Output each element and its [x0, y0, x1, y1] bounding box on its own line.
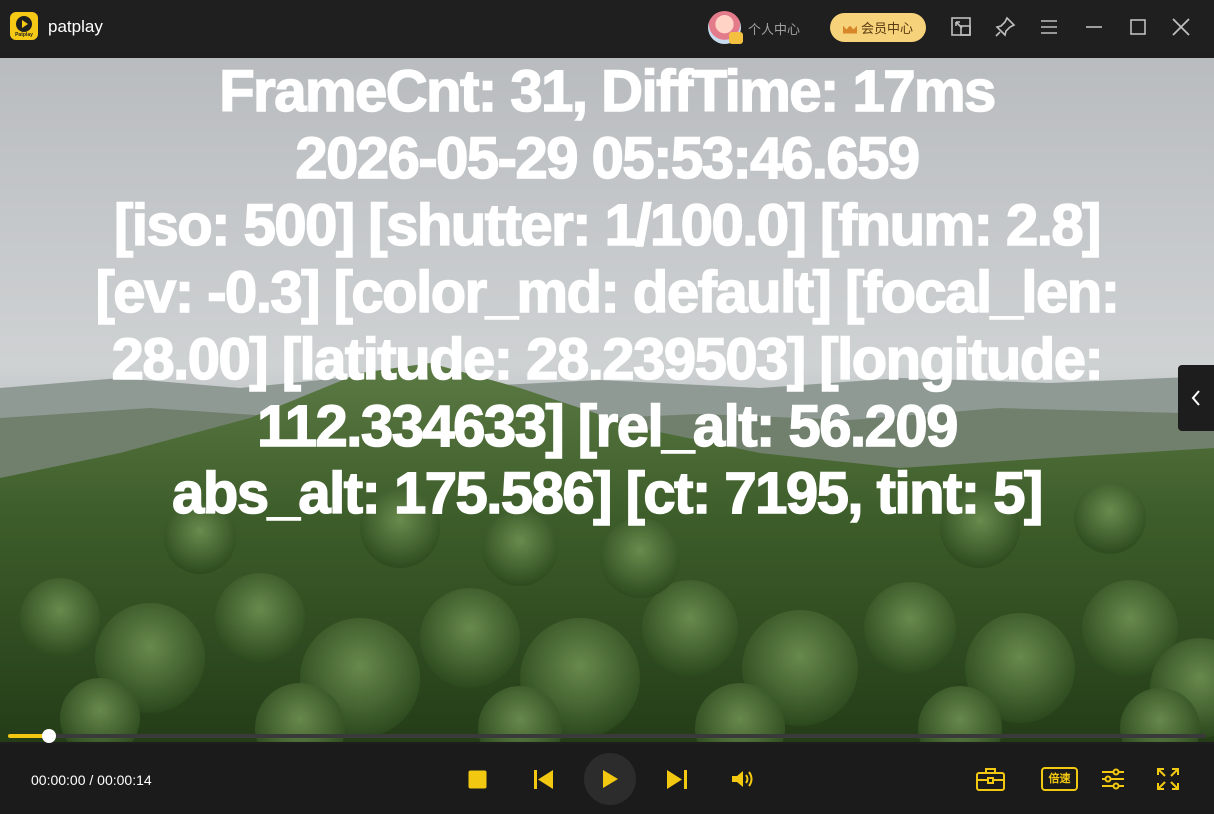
title-bar: Patplay patplay 个人中心 会员中心: [0, 0, 1214, 54]
overlay-line: FrameCnt: 31, DiffTime: 17ms: [218, 58, 997, 125]
overlay-line: 112.334633] [rel_alt: 56.209: [256, 393, 959, 460]
personal-center-link[interactable]: 个人中心: [748, 19, 800, 38]
logo-text: Patplay: [15, 32, 33, 38]
time-display: 00:00:00 / 00:00:14: [31, 772, 152, 788]
vip-center-button[interactable]: 会员中心: [830, 13, 926, 42]
menu-icon[interactable]: [1037, 15, 1061, 39]
seek-bar[interactable]: [0, 729, 1214, 743]
overlay-line: abs_alt: 175.586] [ct: 7195, tint: 5]: [171, 460, 1044, 527]
chevron-left-icon: [1191, 390, 1200, 406]
pin-icon[interactable]: [993, 15, 1017, 39]
close-icon[interactable]: [1169, 15, 1193, 39]
fullscreen-icon[interactable]: [1157, 768, 1179, 790]
overlay-line: 28.00] [latitude: 28.239503] [longitude:: [111, 326, 1105, 393]
previous-icon[interactable]: [534, 770, 554, 789]
maximize-icon[interactable]: [1126, 15, 1150, 39]
volume-icon[interactable]: [731, 769, 754, 789]
control-bar: 00:00:00 / 00:00:14 倍速: [0, 744, 1214, 814]
user-avatar[interactable]: [708, 11, 743, 44]
side-panel-toggle[interactable]: [1178, 365, 1214, 431]
equalizer-icon[interactable]: [1101, 768, 1125, 790]
overlay-line: 2026-05-29 05:53:46.659: [295, 125, 921, 192]
vip-center-label: 会员中心: [860, 21, 913, 36]
crown-icon: [843, 22, 857, 34]
seek-track: [8, 734, 1206, 738]
app-name: patplay: [48, 17, 103, 36]
seek-handle[interactable]: [42, 729, 56, 743]
next-icon[interactable]: [667, 770, 687, 789]
video-frame[interactable]: FrameCnt: 31, DiffTime: 17ms 2026-05-29 …: [0, 58, 1214, 742]
minimize-icon[interactable]: [1082, 15, 1106, 39]
mini-player-icon[interactable]: [950, 15, 974, 39]
toolbox-icon[interactable]: [976, 767, 1005, 791]
overlay-line: [ev: -0.3] [color_md: default] [focal_le…: [95, 259, 1121, 326]
overlay-line: [iso: 500] [shutter: 1/100.0] [fnum: 2.8…: [113, 192, 1102, 259]
frame-metadata-overlay: FrameCnt: 31, DiffTime: 17ms 2026-05-29 …: [0, 58, 1214, 527]
play-icon: [603, 770, 618, 788]
player-window: Patplay patplay 个人中心 会员中心 FrameCnt: 31, …: [0, 0, 1214, 814]
app-logo: Patplay: [10, 12, 38, 40]
playback-speed-button[interactable]: 倍速: [1041, 767, 1078, 791]
play-button[interactable]: [584, 753, 636, 805]
vip-badge-icon: [729, 32, 743, 44]
stop-icon[interactable]: [468, 770, 487, 789]
